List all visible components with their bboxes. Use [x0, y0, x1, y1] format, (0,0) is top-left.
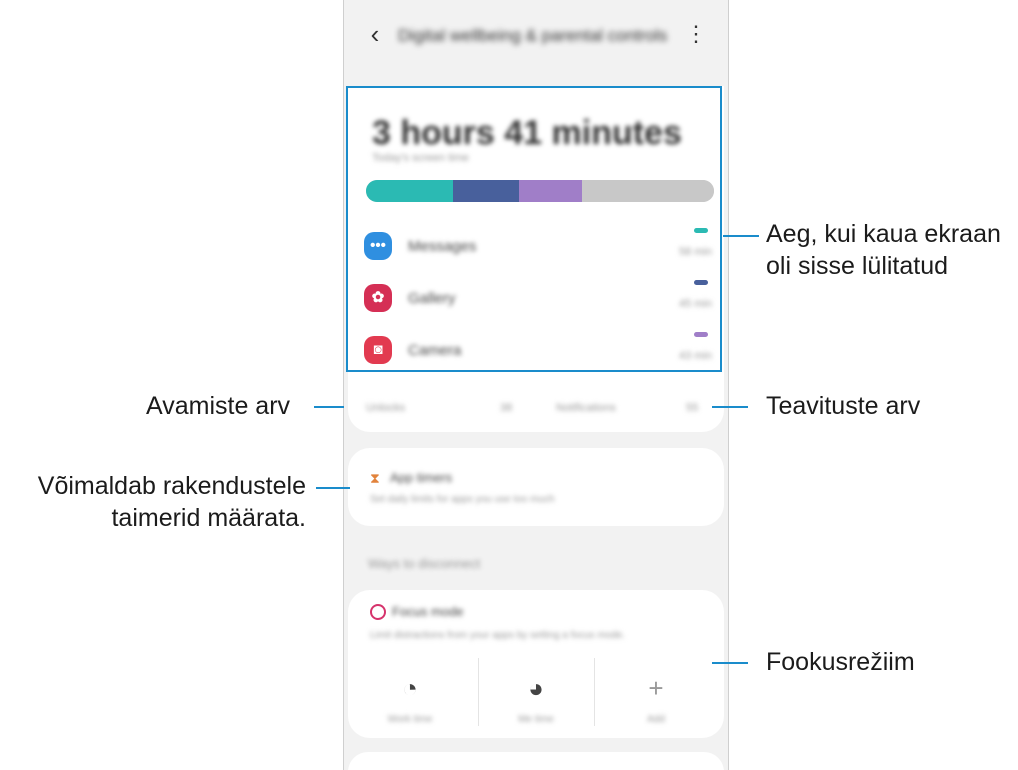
callout-line — [712, 406, 748, 408]
camera-icon: ◙ — [364, 336, 392, 364]
app-row-gallery[interactable]: ✿ Gallery 45 min — [364, 278, 714, 318]
usage-bar-segment — [519, 180, 582, 202]
screen-time-subtitle: Today's screen time — [372, 152, 469, 164]
usage-bar-segment — [581, 180, 714, 202]
chat-bubble-icon: ••• — [364, 232, 392, 260]
divider — [594, 658, 595, 726]
focus-option-label: Me time — [518, 714, 554, 725]
app-time: 58 min — [678, 246, 712, 258]
unlocks-label: Unlocks — [366, 402, 406, 414]
app-name: Camera — [408, 342, 462, 359]
focus-option-label: Add — [647, 714, 665, 725]
phone-screen: ‹ Digital wellbeing & parental controls … — [343, 0, 729, 770]
target-icon — [370, 604, 386, 620]
callout-notifications: Teavituste arv — [766, 392, 921, 420]
usage-bar-segment — [366, 180, 453, 202]
focus-mode-title: Focus mode — [392, 604, 464, 619]
usage-color-marker — [694, 280, 708, 285]
callout-line — [314, 406, 344, 408]
callout-screen-time-line2: oli sisse lülitatud — [766, 252, 949, 280]
app-timers-card[interactable]: ⧗ App timers Set daily limits for apps y… — [348, 448, 724, 526]
callout-unlocks: Avamiste arv — [146, 392, 291, 420]
focus-option-label: Work time — [387, 714, 433, 725]
focus-mode-subtitle: Limit distractions from your apps by set… — [370, 630, 626, 641]
app-timers-title: App timers — [390, 470, 453, 485]
back-arrow-icon[interactable]: ‹ — [360, 20, 390, 50]
screen-time-card[interactable]: 3 hours 41 minutes Today's screen time •… — [348, 86, 724, 432]
app-time: 43 min — [678, 350, 712, 362]
usage-color-marker — [694, 332, 708, 337]
page-title: Digital wellbeing & parental controls — [398, 26, 668, 45]
usage-color-marker — [694, 228, 708, 233]
app-name: Gallery — [408, 290, 456, 307]
callout-timers-line2: taimerid määrata. — [111, 504, 306, 532]
callout-screen-time-line1: Aeg, kui kaua ekraan — [766, 220, 1001, 248]
total-screen-time: 3 hours 41 minutes — [372, 114, 682, 152]
work-focus-icon: ◔ — [402, 673, 418, 703]
hourglass-icon: ⧗ — [370, 470, 380, 486]
focus-option-me[interactable]: ◕ Me time — [478, 654, 594, 730]
focus-option-work[interactable]: ◔ Work time — [352, 654, 468, 730]
notifications-count: 55 — [686, 402, 699, 414]
callout-line — [712, 662, 748, 664]
app-row-camera[interactable]: ◙ Camera 43 min — [364, 330, 714, 370]
more-vertical-icon[interactable]: ⋮ — [684, 20, 708, 50]
app-time: 45 min — [678, 298, 712, 310]
plus-icon: + — [648, 673, 664, 703]
focus-option-add[interactable]: + Add — [598, 654, 714, 730]
app-name: Messages — [408, 238, 477, 255]
app-bar: ‹ Digital wellbeing & parental controls … — [344, 0, 728, 70]
next-card[interactable] — [348, 752, 724, 770]
me-focus-icon: ◕ — [528, 673, 544, 703]
callout-line — [723, 235, 759, 237]
callout-focus: Fookusrežiim — [766, 648, 915, 676]
counts-row: Unlocks 38 Notifications 55 — [366, 400, 714, 420]
unlocks-count: 38 — [500, 402, 513, 414]
notifications-label: Notifications — [556, 402, 616, 414]
callout-line — [316, 487, 350, 489]
callout-timers-line1: Võimaldab rakendustele — [37, 472, 306, 500]
focus-mode-card[interactable]: Focus mode Limit distractions from your … — [348, 590, 724, 738]
app-timers-subtitle: Set daily limits for apps you use too mu… — [370, 494, 555, 505]
app-row-messages[interactable]: ••• Messages 58 min — [364, 226, 714, 266]
usage-bar — [366, 180, 714, 202]
usage-bar-segment — [453, 180, 520, 202]
section-header: Ways to disconnect — [368, 556, 481, 571]
flower-icon: ✿ — [364, 284, 392, 312]
